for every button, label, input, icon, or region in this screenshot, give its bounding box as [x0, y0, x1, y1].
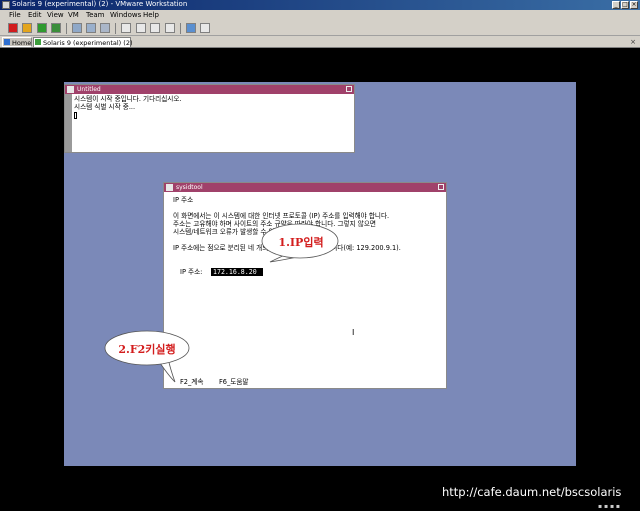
f2-callout-text: 2.F2키실행 [118, 343, 176, 356]
ip-callout-text: 1.IP입력 [278, 236, 324, 249]
status-tray-icons: ▪ ▪ ▪ ▪ [598, 503, 620, 510]
watermark-url: http://cafe.daum.net/bscsolaris [442, 485, 622, 499]
annotation-overlay [104, 223, 339, 383]
